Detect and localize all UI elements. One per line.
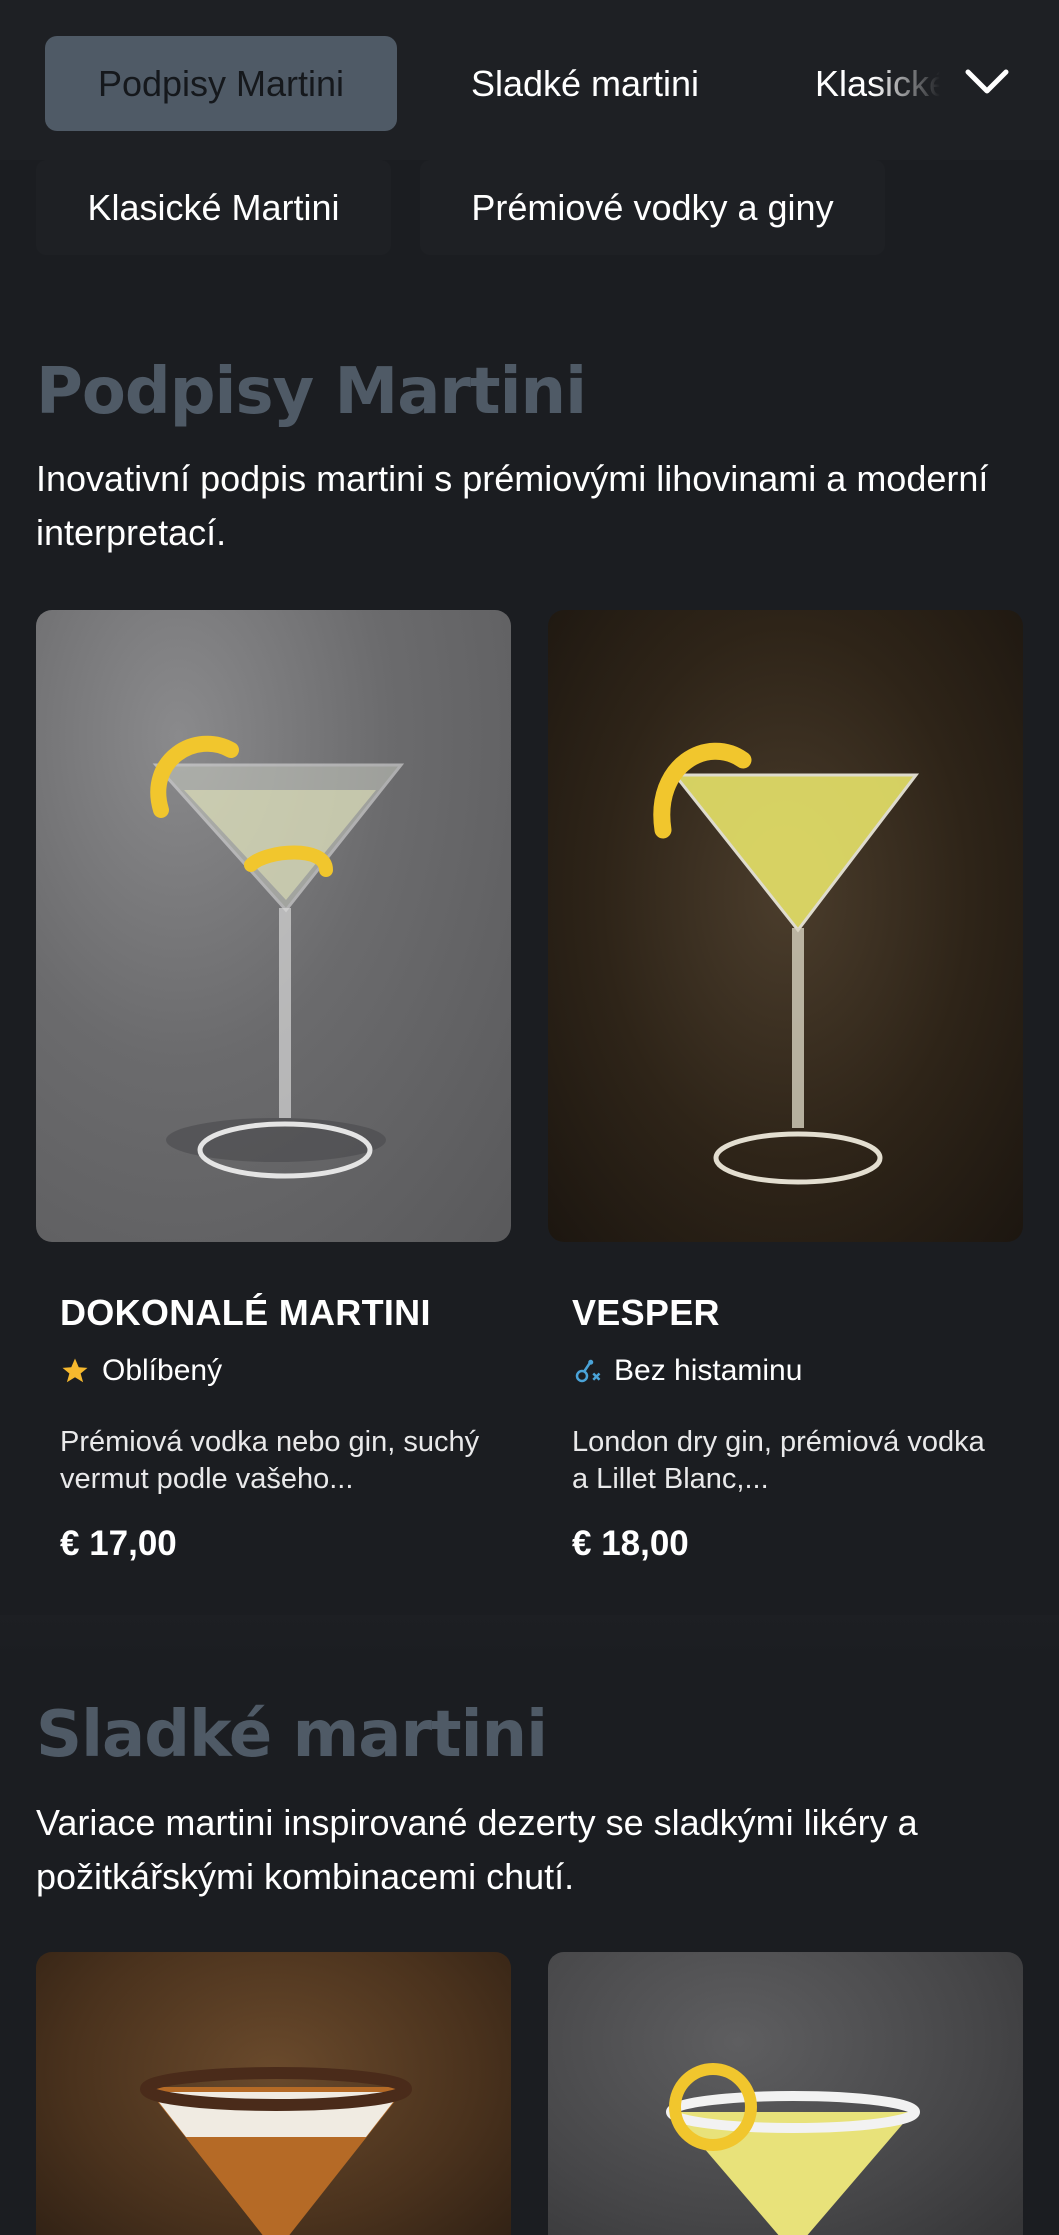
menu-item-price: € 17,00 (60, 1524, 177, 1563)
tab-sladke-martini[interactable]: Sladké martini (430, 36, 740, 131)
molecule-icon (575, 1359, 601, 1383)
star-icon (62, 1358, 88, 1383)
menu-item-image[interactable] (548, 610, 1023, 1242)
section-description: Variace martini inspirované dezerty se s… (36, 1802, 918, 1897)
chevron-down-icon[interactable] (962, 62, 1012, 102)
menu-item-name[interactable]: VESPER (572, 1292, 720, 1334)
section-divider (0, 1615, 1059, 1655)
section-title: Sladké martini (36, 1698, 548, 1772)
menu-item-tag: Oblíbený (60, 1354, 222, 1388)
tab-klasicke-martini[interactable]: Klasické Martini (36, 160, 391, 255)
menu-item-price: € 18,00 (572, 1524, 689, 1563)
menu-item-image[interactable] (36, 1952, 511, 2235)
tab-klasicke-martini-partial[interactable]: Klasické Martini (790, 36, 940, 131)
tab-podpisy-martini[interactable]: Podpisy Martini (45, 36, 397, 131)
menu-item-tag-label: Oblíbený (102, 1354, 223, 1387)
tab-premiove-vodky-a-giny[interactable]: Prémiové vodky a giny (420, 160, 885, 255)
menu-item-description: Prémiová vodka nebo gin, suchý vermut po… (60, 1426, 480, 1495)
menu-item-image[interactable] (36, 610, 511, 1242)
menu-item-name[interactable]: DOKONALÉ MARTINI (60, 1292, 431, 1334)
menu-item-image[interactable] (548, 1952, 1023, 2235)
menu-item-tag: Bez histaminu (572, 1354, 802, 1388)
menu-item-description: London dry gin, prémiová vodka a Lillet … (572, 1426, 985, 1495)
menu-item-tag-label: Bez histaminu (614, 1354, 803, 1387)
section-title: Podpisy Martini (36, 355, 587, 429)
section-description: Inovativní podpis martini s prémiovými l… (36, 458, 989, 553)
